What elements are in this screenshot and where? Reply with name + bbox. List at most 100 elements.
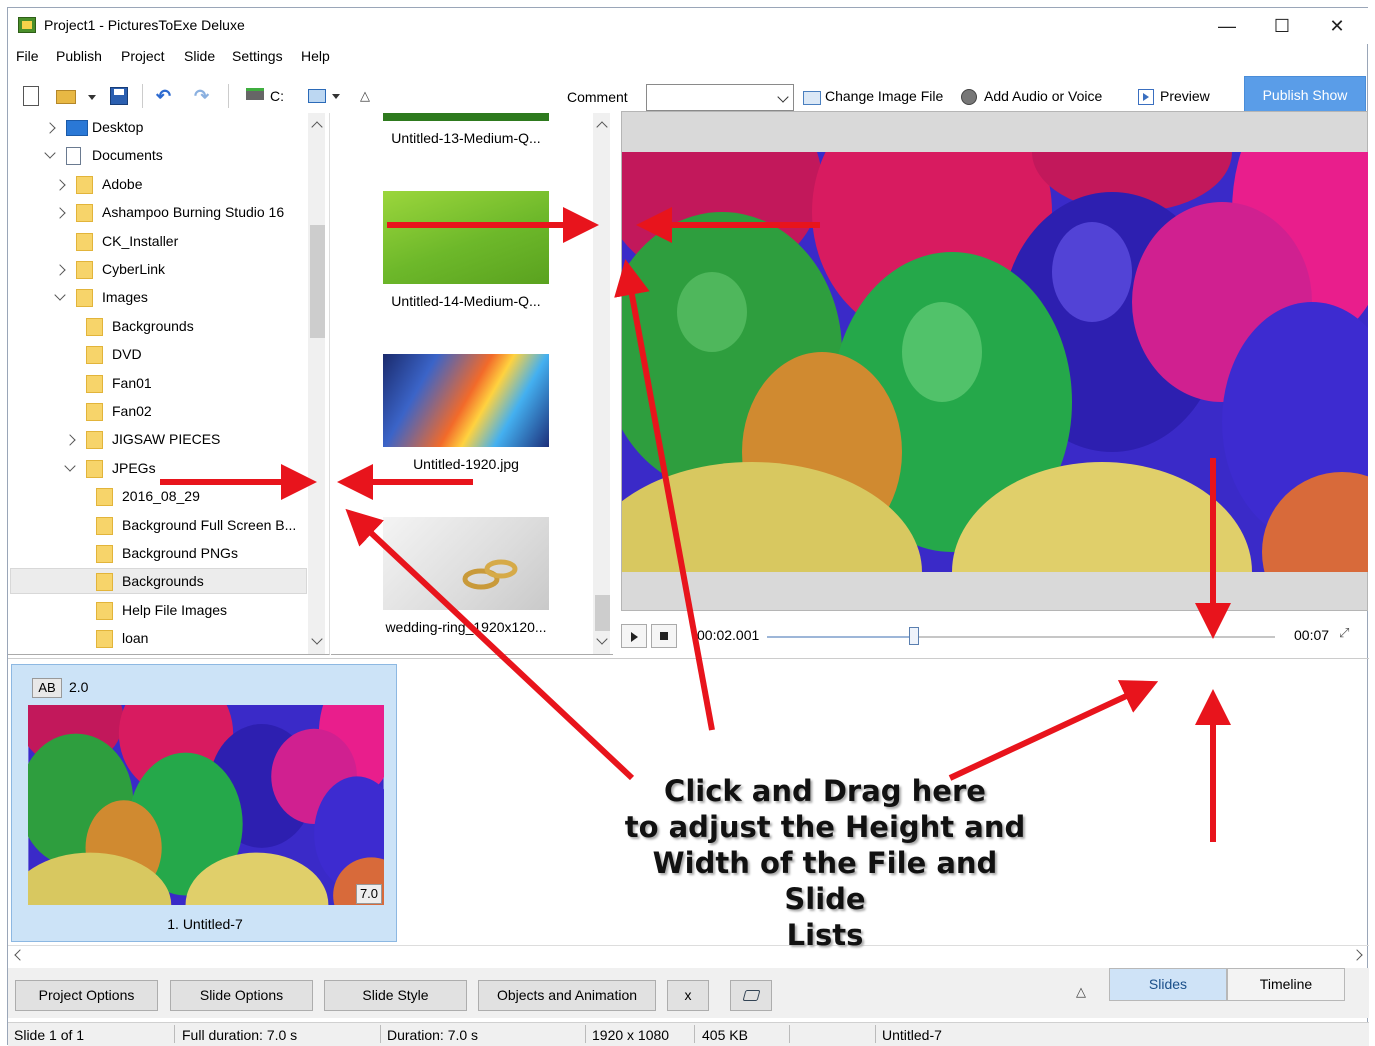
view-dropdown-icon[interactable] bbox=[332, 94, 340, 99]
redo-icon[interactable]: ↷ bbox=[194, 86, 209, 107]
open-folder-icon[interactable] bbox=[56, 90, 76, 104]
x-button[interactable]: x bbox=[667, 980, 709, 1011]
comment-combobox[interactable] bbox=[646, 84, 794, 111]
toolbar: ↶ ↷ C: △ Comment Change Image File Add A… bbox=[8, 74, 1369, 114]
tree-scrollbar[interactable] bbox=[308, 113, 325, 654]
undo-icon[interactable]: ↶ bbox=[156, 86, 171, 107]
drive-label[interactable]: C: bbox=[270, 88, 284, 104]
file-thumbnail[interactable] bbox=[383, 354, 549, 447]
callout-line: Lists bbox=[786, 918, 864, 952]
stop-button[interactable] bbox=[651, 624, 677, 648]
file-thumbnail[interactable] bbox=[383, 191, 549, 284]
scroll-down-icon[interactable] bbox=[596, 633, 608, 645]
folder-icon bbox=[96, 630, 113, 649]
slide-options-button[interactable]: Slide Options bbox=[170, 980, 313, 1011]
project-options-button[interactable]: Project Options bbox=[15, 980, 158, 1011]
file-name[interactable]: Untitled-14-Medium-Q... bbox=[371, 293, 561, 309]
status-bar: Slide 1 of 1 Full duration: 7.0 s Durati… bbox=[8, 1022, 1369, 1046]
folder-icon bbox=[76, 204, 93, 223]
folder-icon bbox=[96, 601, 113, 620]
chevron-down-icon[interactable] bbox=[44, 147, 56, 160]
minimize-button[interactable]: — bbox=[1204, 12, 1250, 40]
view-mode-icon[interactable] bbox=[308, 89, 326, 103]
add-audio-button[interactable]: Add Audio or Voice bbox=[984, 88, 1102, 104]
chevron-right-icon[interactable] bbox=[54, 264, 66, 276]
up-triangle-icon[interactable]: △ bbox=[360, 88, 370, 104]
seek-knob[interactable] bbox=[909, 627, 920, 645]
scroll-up-icon[interactable] bbox=[596, 121, 608, 133]
chevron-right-icon[interactable] bbox=[54, 207, 66, 219]
chevron-right-icon[interactable] bbox=[64, 434, 76, 447]
slide-duration-badge[interactable]: 7.0 bbox=[356, 884, 382, 904]
tree-item-label: Background Full Screen B... bbox=[122, 516, 297, 533]
file-name[interactable]: wedding-ring_1920x120... bbox=[371, 619, 561, 635]
objects-animation-button[interactable]: Objects and Animation bbox=[478, 980, 656, 1011]
new-document-icon[interactable] bbox=[23, 86, 39, 106]
file-thumbnail[interactable] bbox=[383, 517, 549, 610]
folder-icon bbox=[86, 459, 103, 478]
save-icon[interactable] bbox=[110, 87, 128, 105]
fullscreen-icon[interactable]: ⤢ bbox=[1339, 625, 1349, 641]
status-slide: Slide 1 of 1 bbox=[14, 1027, 85, 1043]
tree-item-label: Documents bbox=[92, 147, 163, 164]
scroll-left-icon[interactable] bbox=[14, 949, 26, 961]
preview-image bbox=[622, 152, 1368, 572]
change-image-icon[interactable] bbox=[803, 91, 821, 105]
scroll-right-icon[interactable] bbox=[1351, 949, 1363, 961]
drive-icon[interactable] bbox=[246, 88, 264, 100]
close-button[interactable]: ✕ bbox=[1314, 12, 1360, 40]
slide-name[interactable]: 1. Untitled-7 bbox=[12, 916, 398, 932]
file-list-scrollbar[interactable] bbox=[593, 113, 610, 654]
tree-item-label: Images bbox=[102, 289, 148, 306]
menu-project[interactable]: Project bbox=[121, 48, 165, 64]
status-separator bbox=[174, 1025, 175, 1043]
audio-icon[interactable] bbox=[961, 89, 977, 105]
slide-thumbnail[interactable] bbox=[28, 705, 384, 905]
comment-bubble-button[interactable] bbox=[730, 980, 772, 1011]
status-size: 405 KB bbox=[702, 1027, 748, 1043]
wedding-rings-icon bbox=[462, 559, 518, 590]
preview-area[interactable] bbox=[621, 111, 1368, 611]
chevron-down-icon[interactable] bbox=[777, 91, 789, 103]
comment-label: Comment bbox=[567, 89, 628, 105]
file-name[interactable]: Untitled-13-Medium-Q... bbox=[371, 130, 561, 146]
menu-file[interactable]: File bbox=[16, 48, 39, 64]
file-scroll-thumb[interactable] bbox=[595, 595, 610, 631]
preview-icon[interactable] bbox=[1138, 89, 1154, 105]
callout-line: to adjust the Height and bbox=[624, 810, 1026, 844]
transition-badge[interactable]: AB bbox=[32, 678, 62, 698]
seek-track[interactable] bbox=[767, 636, 1275, 638]
menu-help[interactable]: Help bbox=[301, 48, 330, 64]
chevron-right-icon[interactable] bbox=[44, 122, 56, 134]
menu-publish[interactable]: Publish bbox=[56, 48, 102, 64]
desktop-icon bbox=[66, 120, 88, 136]
tree-item-label: Adobe bbox=[102, 175, 143, 192]
play-button[interactable] bbox=[621, 624, 647, 648]
publish-show-button[interactable]: Publish Show bbox=[1244, 76, 1366, 113]
menu-slide[interactable]: Slide bbox=[184, 48, 215, 64]
status-duration: Duration: 7.0 s bbox=[387, 1027, 479, 1043]
preview-button[interactable]: Preview bbox=[1160, 88, 1210, 104]
folder-tree: Desktop Documents Adobe Ashampoo Burning St… bbox=[8, 113, 330, 655]
file-name[interactable]: Untitled-1920.jpg bbox=[371, 456, 561, 472]
scroll-down-icon[interactable] bbox=[311, 633, 323, 645]
chevron-down-icon[interactable] bbox=[64, 460, 76, 472]
tree-scroll-thumb[interactable] bbox=[310, 225, 325, 338]
file-list: Untitled-13-Medium-Q... Untitled-14-Medi… bbox=[331, 113, 613, 655]
transition-duration[interactable]: 2.0 bbox=[69, 679, 88, 695]
slide-card[interactable]: AB 2.0 7.0 1. Untitled-7 bbox=[11, 664, 397, 942]
tab-slides[interactable]: Slides bbox=[1109, 968, 1227, 1001]
file-thumbnail[interactable] bbox=[383, 113, 549, 121]
open-dropdown-icon[interactable] bbox=[88, 95, 96, 100]
slide-style-button[interactable]: Slide Style bbox=[324, 980, 467, 1011]
tab-timeline[interactable]: Timeline bbox=[1227, 968, 1345, 1001]
callout-line: Width of the File and Slide bbox=[652, 846, 998, 916]
chevron-right-icon[interactable] bbox=[54, 179, 66, 191]
chevron-down-icon[interactable] bbox=[54, 289, 66, 302]
maximize-button[interactable]: ☐ bbox=[1259, 12, 1305, 40]
menu-settings[interactable]: Settings bbox=[232, 48, 283, 64]
scroll-up-icon[interactable] bbox=[311, 121, 323, 133]
folder-icon bbox=[96, 516, 113, 535]
change-image-button[interactable]: Change Image File bbox=[825, 88, 943, 104]
collapse-triangle-icon[interactable]: △ bbox=[1076, 984, 1086, 1000]
